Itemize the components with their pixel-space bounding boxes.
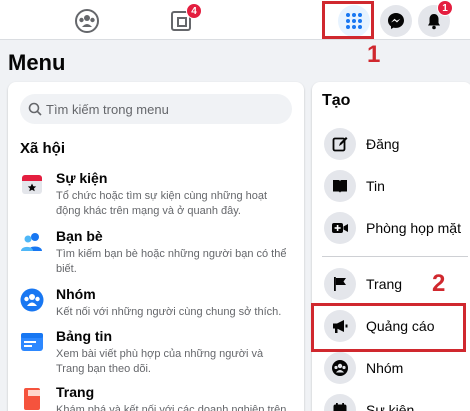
menu-item-description: Tổ chức hoặc tìm sự kiện cùng những hoạt… [56, 190, 268, 217]
menu-panel: Tìm kiếm trong menu Xã hội Sự kiện Tổ ch… [8, 82, 304, 411]
menu-item-title: Trang [56, 384, 95, 400]
search-placeholder: Tìm kiếm trong menu [46, 101, 169, 117]
friends-icon [21, 233, 42, 251]
video-plus-icon [332, 223, 348, 233]
messenger-button[interactable] [380, 5, 412, 37]
create-page-icon-wrap [324, 268, 356, 300]
groups-icon [75, 9, 99, 33]
menu-item-description: Khám phá và kết nối với các doanh nghiệp… [56, 404, 287, 411]
search-icon [28, 102, 42, 116]
book-icon [333, 180, 347, 193]
create-event-icon-wrap [324, 394, 356, 411]
menu-search-input[interactable]: Tìm kiếm trong menu [20, 94, 292, 124]
groups-notification-badge: 4 [186, 3, 202, 19]
create-item-label: Phòng họp mặt [366, 220, 461, 236]
groups-icon [20, 288, 44, 312]
create-item-label: Tin [366, 178, 385, 194]
create-story-icon-wrap [324, 170, 356, 202]
groups-icon [332, 360, 348, 376]
menu-item-title: Bạn bè [56, 228, 103, 244]
create-post-button[interactable]: Đăng [324, 128, 470, 164]
highlight-box-menu [322, 1, 374, 39]
menu-item-friends[interactable]: Bạn bè Tìm kiếm bạn bè hoặc những người … [20, 228, 296, 275]
annotation-step-1: 1 [367, 41, 381, 68]
menu-item-events[interactable]: Sự kiện Tổ chức hoặc tìm sự kiện cùng nh… [20, 170, 296, 217]
menu-item-description: Tìm kiếm bạn bè hoặc những người bạn có … [56, 248, 287, 275]
create-room-icon-wrap [324, 212, 356, 244]
menu-item-groups[interactable]: Nhóm Kết nối với những người cùng chung … [20, 286, 296, 330]
create-item-label: Trang [366, 276, 403, 292]
calendar-icon [22, 175, 42, 194]
menu-item-title: Sự kiện [56, 170, 108, 186]
create-page-button[interactable]: Trang [324, 268, 470, 304]
menu-item-description: Xem bài viết phù hợp của những người và … [56, 348, 264, 375]
create-item-label: Sự kiện [366, 402, 415, 411]
section-title-social: Xã hội [20, 140, 66, 157]
divider [322, 256, 468, 257]
top-navigation-bar: 4 1 [0, 0, 470, 40]
flag-icon [334, 277, 346, 291]
menu-item-pages[interactable]: Trang Khám phá và kết nối với các doanh … [20, 384, 296, 411]
annotation-step-2: 2 [432, 270, 446, 297]
create-item-label: Nhóm [366, 360, 404, 376]
create-panel: Tạo Đăng Tin Phòng họp mặt Trang Quảng c… [312, 82, 470, 411]
create-room-button[interactable]: Phòng họp mặt [324, 212, 470, 248]
groups-nav-button[interactable] [72, 6, 102, 36]
menu-item-title: Bảng tin [56, 328, 112, 344]
create-group-button[interactable]: Nhóm [324, 352, 470, 388]
create-post-icon-wrap [324, 128, 356, 160]
flag-icon [24, 388, 40, 410]
create-item-label: Đăng [366, 136, 400, 152]
create-story-button[interactable]: Tin [324, 170, 470, 206]
create-event-button[interactable]: Sự kiện [324, 394, 470, 411]
news-feed-icon [21, 333, 43, 351]
page-title: Menu [8, 50, 66, 75]
menu-item-description: Kết nối với những người cùng chung sở th… [56, 306, 282, 318]
highlight-box-ads [311, 303, 466, 352]
menu-item-title: Nhóm [56, 286, 96, 302]
notifications-badge: 1 [437, 0, 453, 16]
menu-item-news-feed[interactable]: Bảng tin Xem bài viết phù hợp của những … [20, 328, 296, 375]
create-group-icon-wrap [324, 352, 356, 384]
create-panel-title: Tạo [322, 92, 351, 109]
edit-icon [332, 137, 348, 152]
messenger-icon [388, 13, 404, 29]
calendar-icon [333, 403, 347, 411]
